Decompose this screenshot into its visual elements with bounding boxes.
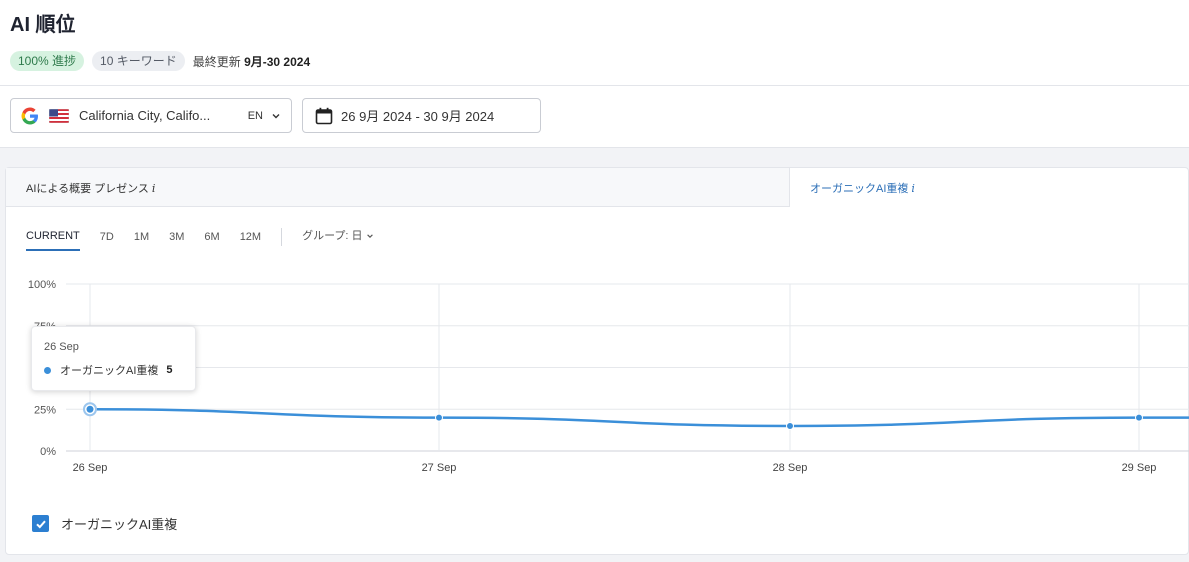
legend-label: オーガニックAI重複 (61, 517, 178, 532)
x-tick-label: 26 Sep (73, 462, 108, 474)
y-tick-label: 100% (28, 279, 56, 291)
last-updated: 最終更新 9月-30 2024 (193, 53, 310, 70)
chart-tooltip: 26 Sep オーガニックAI重複 5 (31, 326, 196, 391)
tooltip-date: 26 Sep (44, 341, 79, 353)
last-updated-label: 最終更新 (192, 54, 241, 69)
last-updated-value: 9月-30 2024 (244, 54, 311, 69)
series-dot-icon (44, 366, 51, 374)
location-select[interactable]: California City, Califo... EN (10, 98, 292, 133)
x-tick-label: 29 Sep (1122, 462, 1157, 474)
date-range-text: 26 9月 2024 - 30 9月 2024 (341, 109, 495, 124)
tooltip-value: 5 (166, 364, 173, 376)
x-tick-label: 28 Sep (773, 462, 808, 474)
data-point[interactable] (86, 405, 94, 413)
header-divider (0, 85, 1189, 86)
us-flag-icon (49, 108, 69, 123)
language-code: EN (247, 109, 263, 122)
tooltip-row: オーガニックAI重複 5 (44, 362, 195, 378)
meta-row: 100% 進捗 10 キーワード 最終更新 9月-30 2024 (10, 51, 310, 71)
chevron-down-icon (272, 113, 280, 118)
date-range-picker[interactable]: 26 9月 2024 - 30 9月 2024 (302, 98, 541, 133)
calendar-icon (315, 107, 333, 124)
chart-card: AIによる概要 プレゼンス i オーガニックAI重複 i CURRENT 7D 1M… (5, 167, 1189, 555)
series-line (89, 408, 1189, 428)
progress-badge: 100% 進捗 (10, 51, 85, 71)
x-tick-label: 27 Sep (422, 462, 457, 474)
data-point[interactable] (786, 421, 794, 430)
location-text: California City, Califo... (79, 108, 211, 123)
keywords-badge[interactable]: 10 キーワード (92, 51, 185, 71)
check-icon (35, 520, 46, 528)
y-tick-label: 0% (40, 446, 56, 458)
google-icon (21, 107, 38, 124)
y-tick-label: 25% (34, 404, 56, 416)
chart-legend: オーガニックAI重複 (32, 514, 177, 533)
tooltip-series: オーガニックAI重複 (60, 365, 159, 377)
data-point[interactable] (1135, 413, 1143, 422)
data-point[interactable] (435, 413, 443, 422)
legend-checkbox[interactable] (32, 515, 49, 532)
page-title: AI 順位 (10, 14, 76, 36)
